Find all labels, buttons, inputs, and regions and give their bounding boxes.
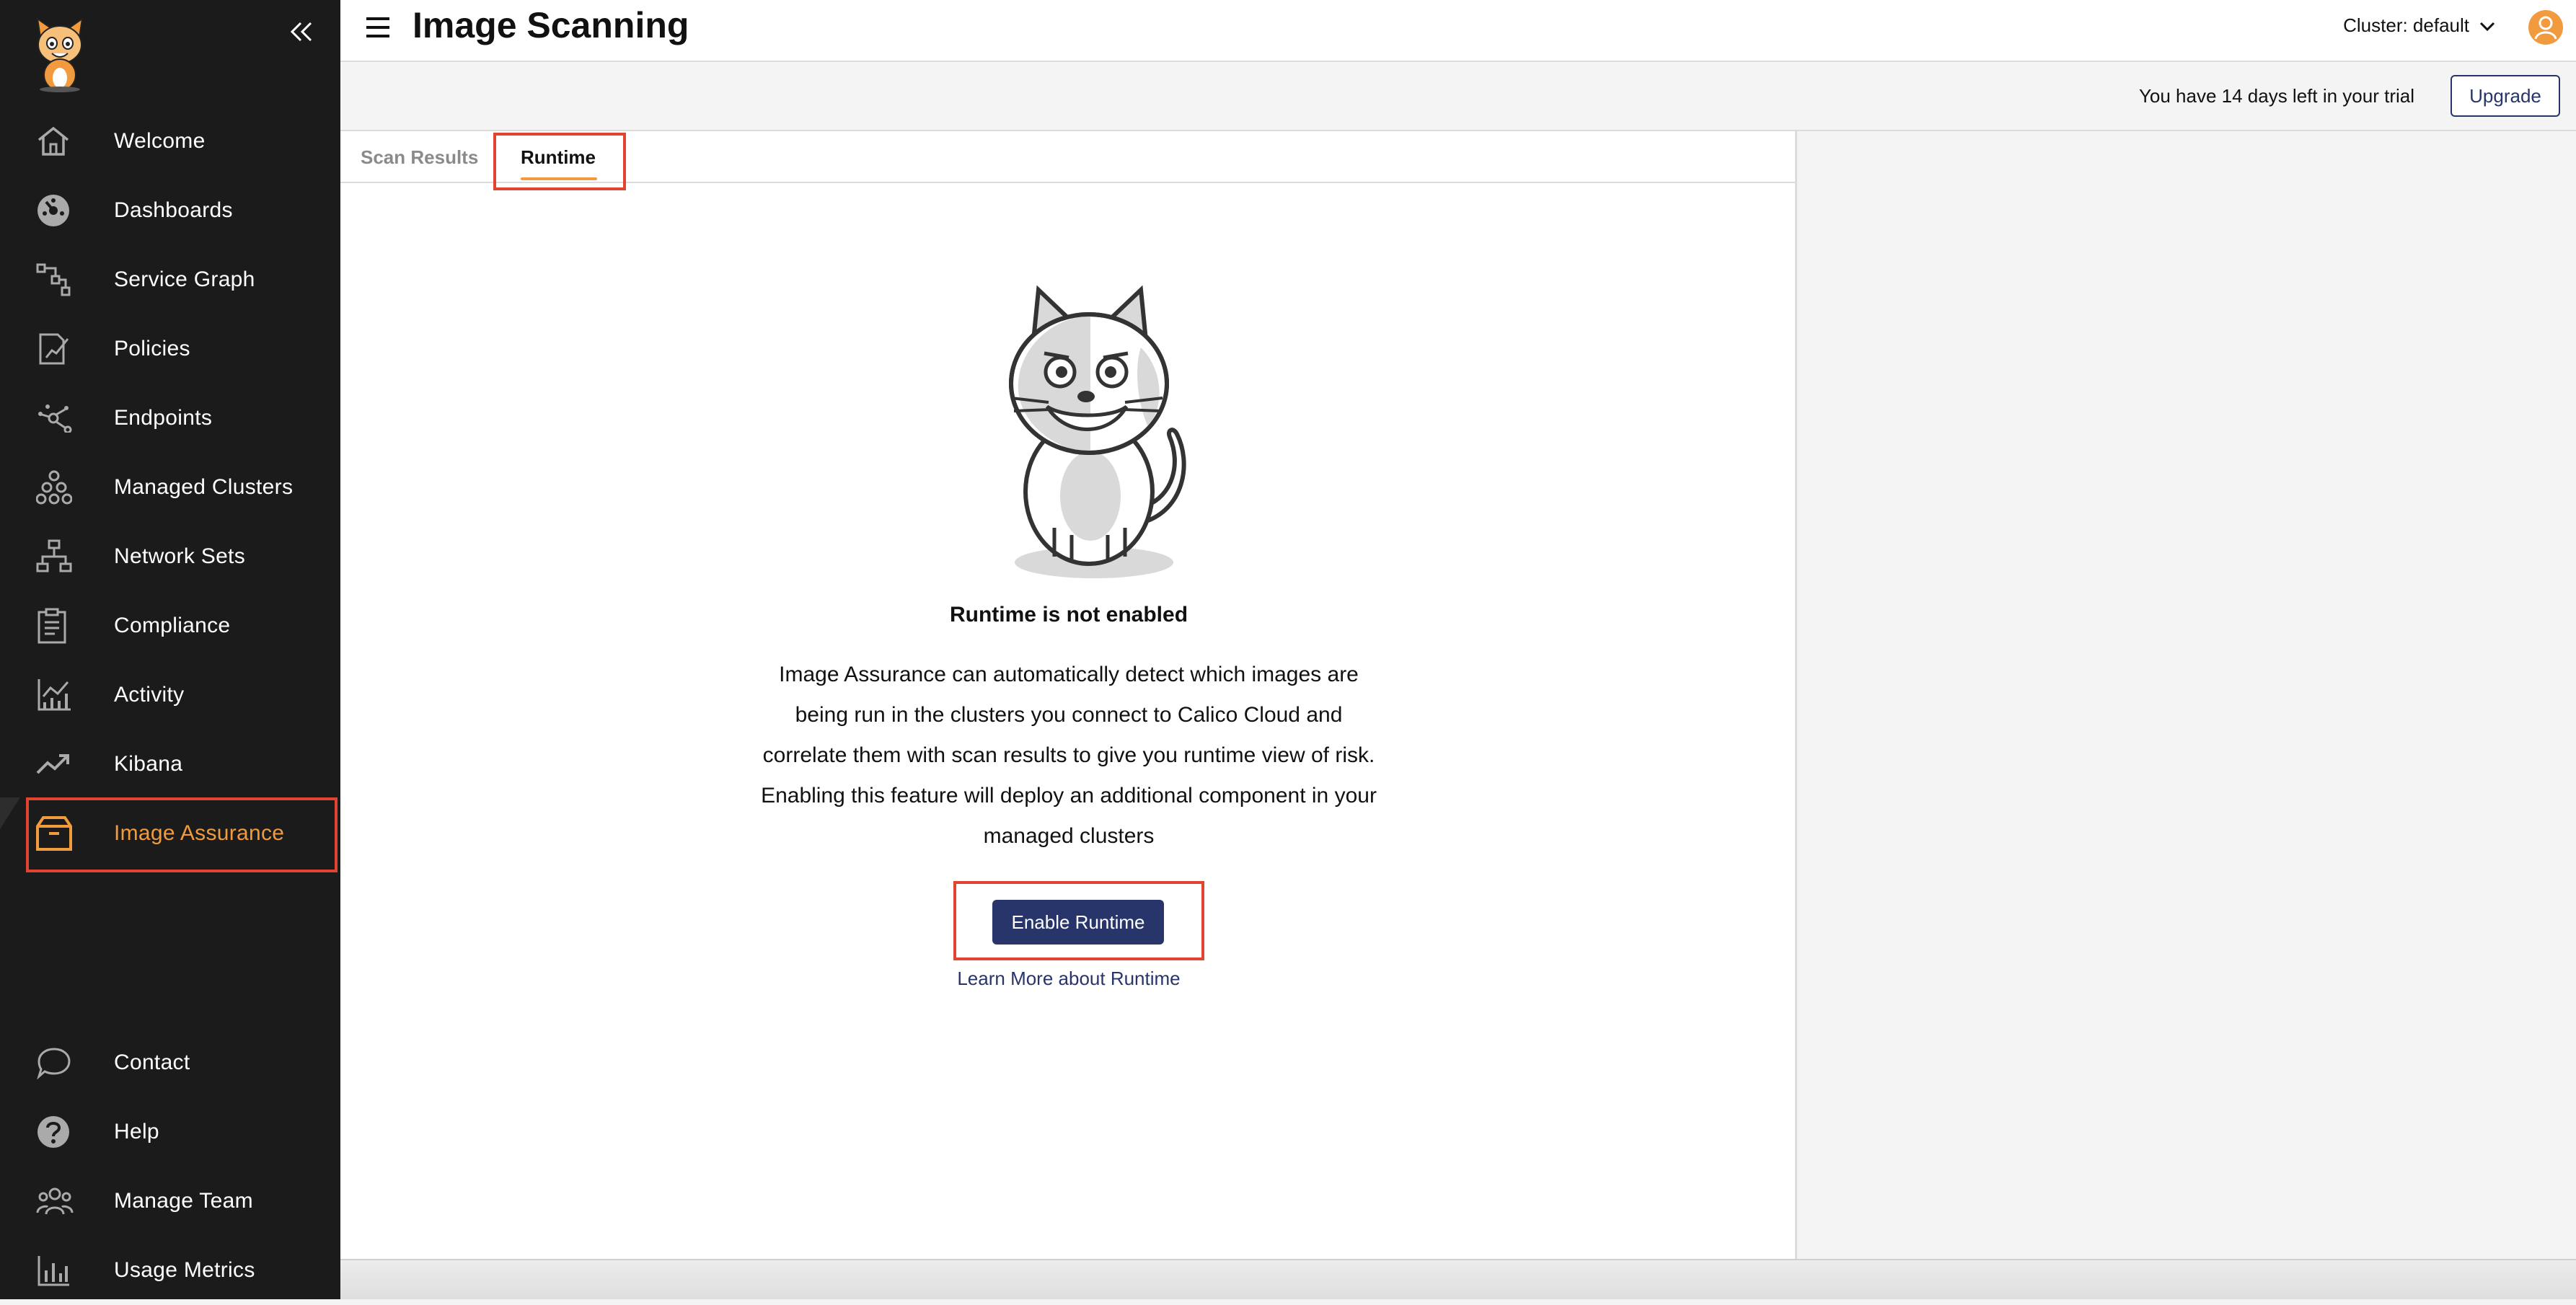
sidebar-item-label: Managed Clusters bbox=[114, 475, 294, 499]
sidebar-item-dashboards[interactable]: Dashboards bbox=[26, 176, 332, 245]
sidebar-item-label: Help bbox=[114, 1120, 159, 1143]
sidebar-item-manage-team[interactable]: Manage Team bbox=[26, 1167, 332, 1236]
sidebar-item-label: Activity bbox=[114, 683, 185, 707]
side-panel bbox=[1799, 131, 2576, 1259]
sidebar-item-contact[interactable]: Contact bbox=[26, 1028, 332, 1097]
sidebar-item-label: Endpoints bbox=[114, 406, 213, 430]
enable-runtime-button[interactable]: Enable Runtime bbox=[992, 900, 1164, 945]
sidebar-item-help[interactable]: Help bbox=[26, 1097, 332, 1167]
sidebar-item-endpoints[interactable]: Endpoints bbox=[26, 384, 332, 453]
sidebar-item-policies[interactable]: Policies bbox=[26, 314, 332, 384]
collapse-sidebar-icon[interactable] bbox=[287, 17, 316, 46]
sidebar-item-label: Contact bbox=[114, 1050, 190, 1074]
sidebar-item-compliance[interactable]: Compliance bbox=[26, 591, 332, 660]
sidebar-item-label: Dashboards bbox=[114, 198, 233, 222]
network-sets-icon bbox=[26, 535, 88, 578]
service-graph-icon bbox=[26, 258, 88, 301]
bar-chart-icon bbox=[26, 1249, 88, 1292]
home-icon bbox=[26, 120, 88, 163]
sidebar-item-label: Welcome bbox=[114, 129, 206, 153]
sidebar-item-kibana[interactable]: Kibana bbox=[26, 730, 332, 799]
empty-state-description: Image Assurance can automatically detect… bbox=[761, 663, 1377, 848]
clusters-icon bbox=[26, 466, 88, 509]
learn-more-link: Learn More about Runtime bbox=[340, 968, 1797, 990]
chevron-down-icon bbox=[2479, 14, 2495, 37]
endpoints-icon bbox=[26, 397, 88, 440]
top-bar: Image Scanning Cluster: default bbox=[340, 0, 2576, 62]
trend-icon bbox=[26, 743, 88, 786]
help-icon bbox=[26, 1110, 88, 1154]
sidebar-item-usage-metrics[interactable]: Usage Metrics bbox=[26, 1236, 332, 1305]
horizontal-scrollbar[interactable] bbox=[340, 1259, 2576, 1299]
sidebar-item-label: Service Graph bbox=[114, 267, 255, 291]
sidebar-item-label: Network Sets bbox=[114, 544, 245, 568]
policy-document-icon bbox=[26, 327, 88, 371]
sidebar-item-label: Kibana bbox=[114, 752, 183, 776]
empty-state-title: Runtime is not enabled bbox=[949, 603, 1188, 627]
calico-cat-illustration bbox=[997, 283, 1199, 585]
main-panel: Scan Results Runtime Runtime is not enab… bbox=[340, 131, 1797, 1259]
sidebar-item-label: Manage Team bbox=[114, 1189, 253, 1213]
sidebar-item-activity[interactable]: Activity bbox=[26, 660, 332, 730]
active-indicator bbox=[0, 797, 20, 829]
sidebar-item-label: Policies bbox=[114, 337, 190, 360]
trial-message: You have 14 days left in your trial bbox=[2138, 85, 2414, 107]
team-icon bbox=[26, 1180, 88, 1223]
sidebar-item-label: Compliance bbox=[114, 614, 231, 637]
sidebar-item-label: Usage Metrics bbox=[114, 1258, 255, 1282]
highlight-box bbox=[493, 133, 626, 190]
sidebar: Welcome Dashboards Service Graph Policie… bbox=[0, 0, 340, 1299]
sidebar-item-managed-clusters[interactable]: Managed Clusters bbox=[26, 453, 332, 522]
calico-cat-logo[interactable] bbox=[32, 16, 88, 92]
highlight-box bbox=[26, 797, 338, 872]
upgrade-button[interactable]: Upgrade bbox=[2451, 75, 2560, 117]
dashboard-gauge-icon bbox=[26, 189, 88, 232]
page-title: Image Scanning bbox=[413, 5, 689, 45]
menu-icon[interactable] bbox=[365, 14, 391, 40]
learn-more-link-text[interactable]: Learn More about Runtime bbox=[957, 968, 1180, 989]
sidebar-item-network-sets[interactable]: Network Sets bbox=[26, 522, 332, 591]
user-avatar-icon[interactable] bbox=[2528, 10, 2563, 45]
clipboard-icon bbox=[26, 604, 88, 647]
tab-bar: Scan Results Runtime bbox=[340, 131, 1797, 190]
sidebar-item-service-graph[interactable]: Service Graph bbox=[26, 245, 332, 314]
cluster-label: Cluster: default bbox=[2343, 14, 2469, 36]
activity-chart-icon bbox=[26, 673, 88, 717]
tab-scan-results[interactable]: Scan Results bbox=[361, 131, 478, 183]
cluster-selector[interactable]: Cluster: default bbox=[2343, 14, 2495, 37]
trial-banner: You have 14 days left in your trial Upgr… bbox=[340, 62, 2576, 131]
sidebar-item-welcome[interactable]: Welcome bbox=[26, 107, 332, 176]
chat-icon bbox=[26, 1041, 88, 1084]
